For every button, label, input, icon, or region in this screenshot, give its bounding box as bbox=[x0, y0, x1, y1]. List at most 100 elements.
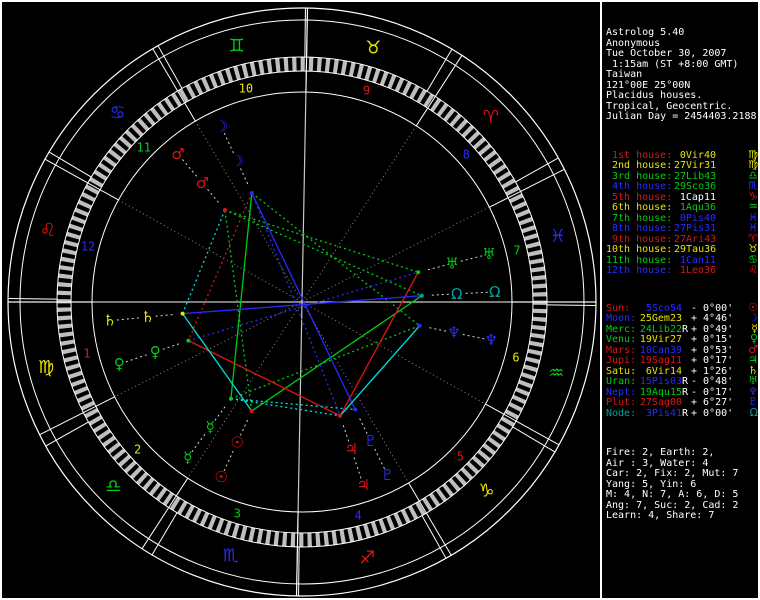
degree-tick-cell bbox=[224, 68, 234, 83]
sign-boundary-line bbox=[298, 546, 300, 596]
planet-row: Sun: 5Sco54- 0°00' ☉ bbox=[606, 302, 758, 313]
planet-position-value: 25Gem23 bbox=[639, 313, 682, 324]
degree-tick-cell bbox=[416, 89, 427, 104]
degree-tick-cell bbox=[241, 63, 249, 79]
sign-boundary-line bbox=[515, 157, 559, 183]
degree-tick-cell bbox=[77, 393, 92, 403]
stats-line: Car: 2, Fix: 2, Mut: 7 bbox=[606, 468, 739, 479]
house-number: 2 bbox=[134, 443, 141, 457]
degree-tick-cell bbox=[308, 57, 314, 72]
planet-position-value: 15Pis03 bbox=[639, 376, 682, 387]
sagittarius-sign-icon: ♐ bbox=[359, 547, 375, 568]
info-panel: Astrolog 5.40 Anonymous Tue October 30, 20… bbox=[606, 7, 758, 543]
degree-tick-cell bbox=[515, 208, 531, 218]
degree-tick-cell bbox=[386, 515, 396, 531]
degree-tick-cell bbox=[84, 408, 99, 419]
degree-tick-cell bbox=[307, 532, 312, 547]
house-cusp-value: 29Tau36 bbox=[674, 244, 717, 255]
house-cusp-value: 27Vir31 bbox=[674, 160, 717, 171]
uranus-outer-icon: ♅ bbox=[482, 245, 495, 263]
degree-tick-cell bbox=[370, 521, 380, 536]
degree-tick-cell bbox=[65, 363, 81, 371]
planet-row: Mars: 10Can39 + 0°53' ♂ bbox=[606, 344, 758, 355]
sign-boundary-line bbox=[304, 8, 306, 58]
degree-tick-cell bbox=[80, 400, 95, 411]
houses-list: 1st house: 0Vir40 ♍ 2nd house: 27Vir31 ♍ 3rd… bbox=[606, 149, 758, 276]
cusp-ring-line bbox=[39, 396, 115, 436]
degree-tick-cell bbox=[155, 487, 168, 502]
glyph-pointer-dash bbox=[460, 255, 483, 262]
glyph-pointer-dash bbox=[116, 317, 139, 321]
degree-tick-cell bbox=[58, 273, 73, 280]
aspect-line bbox=[230, 192, 253, 399]
degree-tick-cell bbox=[71, 215, 86, 225]
degree-tick-cell bbox=[394, 77, 405, 93]
app-title: Astrolog 5.40 bbox=[606, 27, 685, 38]
venus-inner-icon: ♀ bbox=[150, 343, 161, 361]
daily-motion-value: + 4°46' bbox=[691, 313, 734, 324]
degree-tick-cell bbox=[496, 423, 511, 435]
degree-tick-cell bbox=[355, 525, 363, 541]
degree-tick-cell bbox=[340, 60, 348, 75]
moon-inner-icon: ☽ bbox=[230, 152, 243, 170]
planet-icon: Ω bbox=[749, 405, 758, 419]
planet-label: Jupi: bbox=[606, 355, 637, 366]
house-label: 6th house: bbox=[606, 202, 673, 213]
neptune-inner-icon: ♆ bbox=[447, 324, 460, 342]
degree-tick-cell bbox=[184, 504, 195, 519]
degree-tick-cell bbox=[62, 248, 77, 256]
moon-outer-icon: ☽ bbox=[215, 118, 228, 136]
degree-tick-cell bbox=[92, 422, 107, 434]
degree-tick-cell bbox=[347, 527, 355, 543]
glyph-pointer-dash bbox=[428, 293, 449, 296]
degree-tick-cell bbox=[523, 364, 538, 373]
degree-tick-cell bbox=[97, 428, 112, 441]
degree-tick-cell bbox=[525, 356, 541, 365]
degree-tick-cell bbox=[364, 66, 373, 81]
mars-outer-icon: ♂ bbox=[171, 145, 184, 163]
mercury-inner-icon: ☿ bbox=[206, 418, 215, 436]
daily-motion-value: - 0°48' bbox=[691, 376, 734, 387]
neptune-outer-icon: ♆ bbox=[484, 331, 497, 349]
degree-tick-cell bbox=[530, 332, 545, 339]
planet-position-value: 19Sag11 bbox=[639, 355, 682, 366]
degree-tick-cell bbox=[348, 62, 356, 77]
daily-motion-value: + 6°27' bbox=[691, 397, 734, 408]
degree-tick-cell bbox=[515, 387, 530, 397]
degree-tick-cell bbox=[223, 520, 232, 536]
degree-tick-cell bbox=[81, 192, 96, 202]
degree-tick-cell bbox=[57, 299, 72, 304]
cancer-sign-icon: ♋ bbox=[109, 103, 125, 124]
pisces-sign-icon: ♓ bbox=[550, 226, 566, 247]
degree-tick-cell bbox=[98, 162, 113, 174]
sign-boundary-line bbox=[8, 298, 58, 300]
degree-tick-cell bbox=[436, 102, 449, 117]
house-label: 10th house: bbox=[606, 244, 673, 255]
house-number: 10 bbox=[239, 81, 253, 95]
planet-label: Moon: bbox=[606, 313, 637, 324]
sun-inner-icon: ☉ bbox=[230, 434, 243, 452]
house-row: 2nd house: 27Vir31 ♍ bbox=[606, 159, 758, 171]
degree-tick-cell bbox=[249, 61, 257, 77]
sign-boundary-line bbox=[421, 515, 447, 559]
daily-motion-value: + 0°17' bbox=[691, 355, 734, 366]
degree-tick-cell bbox=[248, 527, 256, 542]
house-row: 6th house: 1Aqu36 ♒ bbox=[606, 201, 758, 213]
aspect-lines bbox=[181, 192, 423, 417]
degree-tick-cell bbox=[323, 531, 330, 546]
taurus-sign-icon: ♉ bbox=[365, 37, 381, 58]
planet-row: Jupi: 19Sag11 + 0°17' ♃ bbox=[606, 354, 758, 366]
planet-row: Plut: 27Sag00 + 6°27' ♇ bbox=[606, 396, 758, 408]
aspect-line bbox=[182, 313, 253, 412]
degree-tick-cell bbox=[511, 394, 527, 405]
degree-tick-cell bbox=[60, 339, 75, 346]
degree-tick-cell bbox=[372, 68, 381, 84]
aquarius-sign-icon: ♒ bbox=[548, 363, 564, 384]
pluto-position-dot bbox=[353, 407, 358, 412]
daily-motion-value: + 0°00' bbox=[691, 407, 734, 419]
degree-tick-cell bbox=[332, 59, 339, 74]
house-cusp-value: 29Sco36 bbox=[674, 181, 717, 192]
house-row: 5th house: 1Cap11 ♑ bbox=[606, 191, 758, 202]
house-cusp-value: 27Pis31 bbox=[674, 223, 717, 234]
house-label: 8th house: bbox=[606, 223, 673, 234]
